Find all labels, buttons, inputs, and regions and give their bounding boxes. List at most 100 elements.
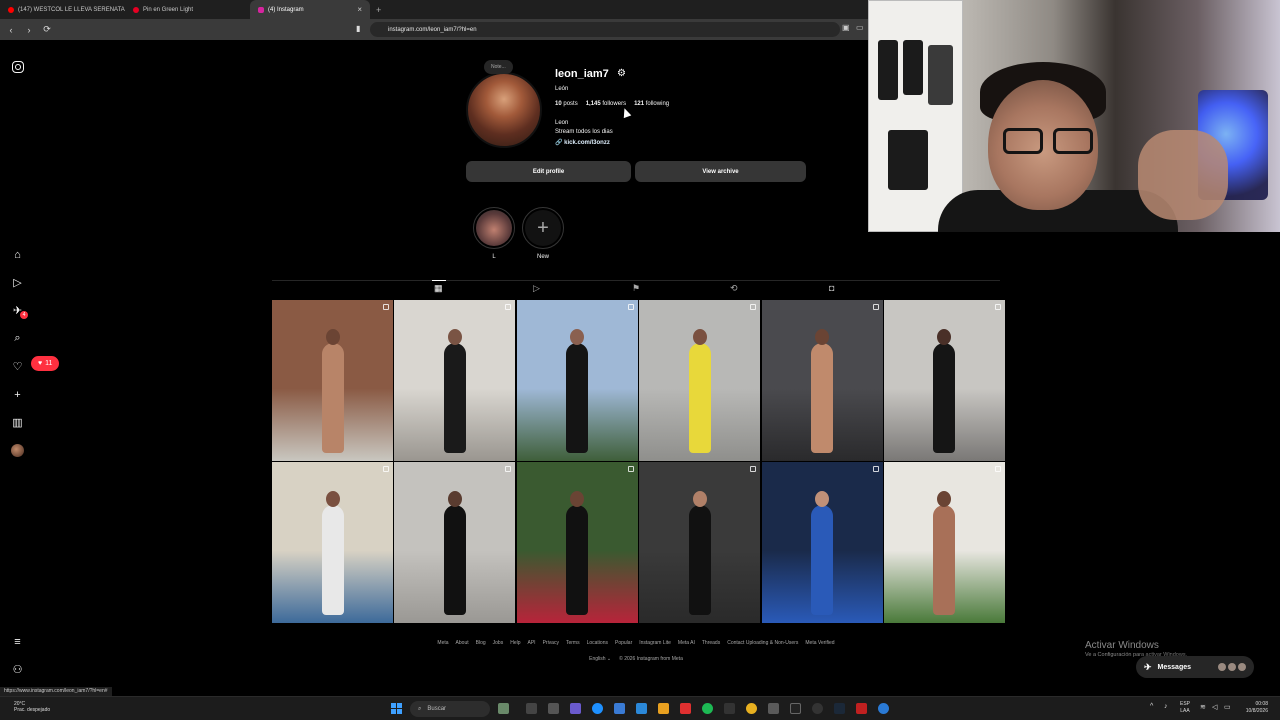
reels-tab-icon[interactable]: ▷ [533, 283, 540, 294]
volume-icon[interactable]: ◁ [1212, 703, 1217, 711]
footer-link[interactable]: Instagram Lite [639, 640, 671, 646]
app-icon[interactable] [768, 703, 779, 714]
messages-button[interactable]: ✈ Messages [1136, 656, 1254, 678]
widgets-icon[interactable] [498, 703, 509, 714]
footer-link[interactable]: Contact Uploading & Non-Users [727, 640, 798, 646]
forward-icon[interactable]: › [24, 25, 34, 35]
post-thumbnail[interactable] [394, 462, 516, 624]
extension-icon[interactable]: ▣ [842, 23, 850, 32]
new-tab-button[interactable]: + [370, 5, 387, 15]
taskbar-search[interactable]: ⌕ Buscar [410, 701, 490, 717]
bio-link[interactable]: 🔗 kick.com/l3onzz [555, 139, 610, 146]
profile-avatar[interactable] [11, 444, 24, 457]
obs-icon[interactable] [812, 703, 823, 714]
steam-icon[interactable] [834, 703, 845, 714]
post-thumbnail[interactable] [272, 300, 393, 461]
meta-icon[interactable]: ⚇ [11, 663, 24, 676]
view-archive-button[interactable]: View archive [635, 161, 806, 182]
chrome-icon[interactable] [746, 703, 757, 714]
highlight-item[interactable] [473, 207, 515, 249]
footer-link[interactable]: Blog [476, 640, 486, 646]
url-field[interactable]: instagram.com/leon_iam7/?hl=en [370, 22, 840, 37]
home-icon[interactable]: ⌂ [11, 248, 24, 261]
browser-tab-bar: (147) WESTCOL LE LLEVA SERENATA Pin en G… [0, 0, 868, 19]
posts-grid-icon[interactable]: ▦ [434, 283, 443, 294]
app-icon[interactable] [548, 703, 559, 714]
language-select[interactable]: English ⌄ [589, 656, 611, 662]
footer-link[interactable]: Meta AI [678, 640, 695, 646]
post-thumbnail[interactable] [272, 462, 393, 624]
close-tab-icon[interactable]: × [357, 5, 362, 14]
clock[interactable]: 00:08 10/8/2026 [1246, 701, 1268, 715]
app-icon[interactable] [878, 703, 889, 714]
heart-icon[interactable]: ♡ [11, 360, 24, 373]
footer-link[interactable]: Threads [702, 640, 720, 646]
profile-picture[interactable] [466, 72, 542, 148]
post-thumbnail[interactable] [761, 462, 883, 624]
spotify-icon[interactable] [702, 703, 713, 714]
app-icon[interactable] [856, 703, 867, 714]
following-stat[interactable]: 121 following [634, 101, 669, 107]
browser-tab[interactable]: (147) WESTCOL LE LLEVA SERENATA [0, 0, 125, 19]
battery-icon[interactable]: ▭ [1224, 703, 1231, 711]
followers-stat[interactable]: 1,145 followers [586, 101, 626, 107]
app-icon[interactable] [614, 703, 625, 714]
post-thumbnail[interactable] [639, 300, 761, 461]
menu-icon[interactable]: ≡ [11, 635, 24, 648]
footer-link[interactable]: Privacy [543, 640, 559, 646]
bookmark-icon[interactable]: ▮ [356, 24, 360, 33]
multi-post-icon [750, 304, 757, 310]
reload-icon[interactable]: ⟳ [42, 24, 52, 35]
saved-tab-icon[interactable]: ⚑ [632, 283, 640, 294]
instagram-logo-icon[interactable] [11, 60, 24, 73]
footer-link[interactable]: Terms [566, 640, 580, 646]
app-icon[interactable] [570, 703, 581, 714]
note-bubble[interactable]: Note... [484, 60, 513, 74]
dashboard-icon[interactable]: ▥ [11, 416, 24, 429]
browser-tab[interactable]: Pin en Green Light [125, 0, 250, 19]
create-icon[interactable]: + [11, 388, 24, 401]
edge-icon[interactable] [592, 703, 603, 714]
reposts-tab-icon[interactable]: ⟲ [730, 283, 738, 294]
heart-small-icon: ♥ [38, 360, 43, 367]
app-icon[interactable] [790, 703, 801, 714]
post-thumbnail[interactable] [516, 462, 638, 624]
app-icon[interactable] [636, 703, 647, 714]
windows-start-icon[interactable] [391, 703, 402, 714]
post-thumbnail[interactable] [516, 300, 638, 461]
edit-profile-button[interactable]: Edit profile [466, 161, 631, 182]
post-thumbnail[interactable] [883, 462, 1005, 624]
sidepanel-icon[interactable]: ▭ [856, 23, 864, 32]
app-icon[interactable] [724, 703, 735, 714]
tagged-tab-icon[interactable]: ◘ [829, 283, 834, 293]
search-icon[interactable]: ⌕ [11, 332, 24, 345]
footer-link[interactable]: Popular [615, 640, 632, 646]
wifi-icon[interactable]: ≋ [1200, 703, 1206, 711]
settings-gear-icon[interactable]: ⚙ [617, 68, 626, 79]
tray-app-icon[interactable]: ♪ [1164, 703, 1168, 710]
reels-icon[interactable]: ▷ [11, 276, 24, 289]
footer-link[interactable]: Help [510, 640, 520, 646]
browser-tab-active[interactable]: (4) Instagram × [250, 0, 370, 19]
bio-name: Leon [555, 120, 569, 126]
input-language[interactable]: ESP LAA [1180, 701, 1190, 715]
explorer-icon[interactable] [658, 703, 669, 714]
post-thumbnail[interactable] [394, 300, 516, 461]
footer-link[interactable]: About [456, 640, 469, 646]
post-thumbnail[interactable] [761, 300, 883, 461]
tray-chevron-icon[interactable]: ^ [1150, 703, 1153, 710]
footer-link[interactable]: Meta Verified [805, 640, 834, 646]
weather-widget[interactable]: 20°C Prac. despejado [14, 701, 50, 713]
back-icon[interactable]: ‹ [6, 25, 16, 35]
brave-icon[interactable] [680, 703, 691, 714]
notifications-badge[interactable]: ♥ 11 [31, 356, 60, 371]
footer-link[interactable]: Locations [587, 640, 608, 646]
multi-post-icon [872, 466, 879, 473]
footer-link[interactable]: Meta [437, 640, 448, 646]
post-thumbnail[interactable] [883, 300, 1005, 461]
footer-link[interactable]: API [528, 640, 536, 646]
post-thumbnail[interactable] [639, 462, 761, 624]
new-highlight-button[interactable]: + [522, 207, 564, 249]
taskview-icon[interactable] [526, 703, 537, 714]
footer-link[interactable]: Jobs [493, 640, 504, 646]
